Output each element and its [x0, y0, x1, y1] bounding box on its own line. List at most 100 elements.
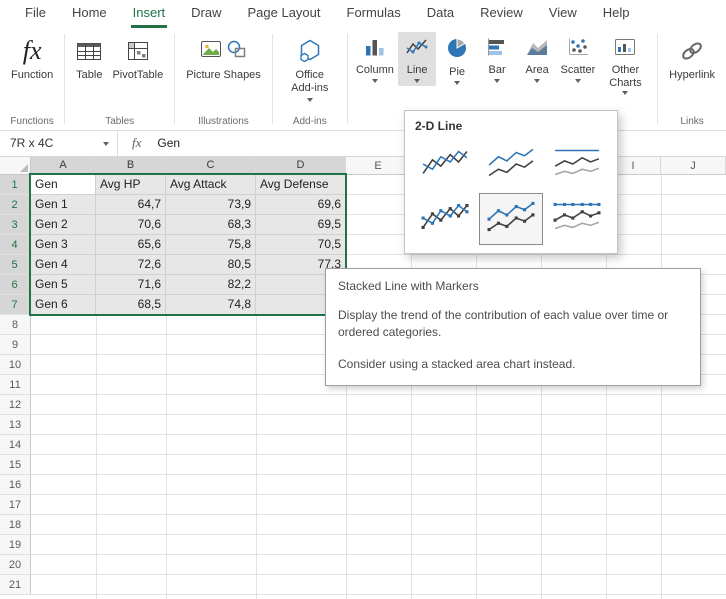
cell[interactable]: Gen 6 [31, 295, 96, 315]
menu-tab[interactable]: Page Layout [246, 0, 323, 28]
function-button[interactable]: fx Function [6, 32, 58, 86]
picture-shapes-button[interactable]: Picture Shapes [181, 32, 266, 86]
row-header[interactable]: 5 [0, 255, 31, 275]
row-header[interactable]: 19 [0, 535, 31, 555]
group-label-tables: Tables [65, 116, 174, 127]
scatter-chart-icon [567, 37, 589, 62]
cell[interactable]: Gen 1 [31, 195, 96, 215]
formula-input[interactable]: Gen [157, 136, 180, 150]
cell[interactable]: 72,6 [96, 255, 166, 275]
row-header[interactable]: 4 [0, 235, 31, 255]
table-row: Gen 2 70,6 68,3 69,5 [31, 215, 346, 235]
menu-tab[interactable]: File [23, 0, 48, 28]
scatter-chart-button[interactable]: Scatter [558, 32, 598, 86]
menu-tab[interactable]: Home [70, 0, 109, 28]
line-chart-button[interactable]: Line [398, 32, 436, 86]
cell[interactable]: 74,8 [166, 295, 256, 315]
cell[interactable]: Avg Attack [166, 175, 256, 195]
row-header[interactable]: 7 [0, 295, 31, 315]
row-header[interactable]: 16 [0, 475, 31, 495]
menu-tab[interactable]: Help [601, 0, 632, 28]
menu-tab[interactable]: Draw [189, 0, 223, 28]
chevron-down-icon [622, 91, 628, 95]
chart-type-stacked-line-with-markers[interactable] [479, 193, 543, 245]
bar-chart-button[interactable]: Bar [478, 32, 516, 86]
column-header[interactable]: A [31, 157, 96, 175]
row-header[interactable]: 18 [0, 515, 31, 535]
column-header[interactable]: E [346, 157, 411, 175]
row-header[interactable]: 11 [0, 375, 31, 395]
row-header[interactable]: 17 [0, 495, 31, 515]
row-header[interactable]: 14 [0, 435, 31, 455]
cell[interactable]: 80,5 [166, 255, 256, 275]
chain-link-icon [678, 36, 706, 66]
row-header[interactable]: 9 [0, 335, 31, 355]
chart-type-100-stacked-line-with-markers[interactable] [545, 193, 609, 245]
menu-tab[interactable]: Data [425, 0, 456, 28]
column-header[interactable]: J [661, 157, 726, 175]
menu-tab[interactable]: View [547, 0, 579, 28]
row-header[interactable]: 12 [0, 395, 31, 415]
insert-function-button[interactable]: fx [132, 135, 141, 151]
row-header[interactable]: 13 [0, 415, 31, 435]
cell[interactable]: 65,6 [96, 235, 166, 255]
other-charts-button[interactable]: Other Charts [600, 32, 652, 98]
column-header[interactable]: C [166, 157, 256, 175]
chevron-down-icon [494, 79, 500, 83]
cell[interactable]: 82,2 [166, 275, 256, 295]
row-header[interactable]: 3 [0, 215, 31, 235]
hyperlink-button[interactable]: Hyperlink [664, 32, 720, 86]
screentip-note: Consider using a stacked area chart inst… [338, 356, 688, 373]
office-addins-button[interactable]: Office Add-ins [279, 32, 341, 106]
cell[interactable]: Gen 2 [31, 215, 96, 235]
bar-chart-icon [486, 37, 508, 62]
cell[interactable]: Avg Defense [256, 175, 346, 195]
pivottable-button[interactable]: PivotTable [107, 32, 168, 86]
cell[interactable]: Gen 4 [31, 255, 96, 275]
cell[interactable]: 68,5 [96, 295, 166, 315]
chart-type-line-with-markers[interactable] [413, 193, 477, 245]
cell[interactable]: 69,5 [256, 215, 346, 235]
cell[interactable]: 75,8 [166, 235, 256, 255]
cell[interactable]: 70,5 [256, 235, 346, 255]
cell[interactable]: Gen 5 [31, 275, 96, 295]
table-row: Gen 3 65,6 75,8 70,5 [31, 235, 346, 255]
chart-type-dropdown: 2-D Line [404, 110, 618, 254]
group-label-functions: Functions [0, 116, 64, 127]
menu-tab[interactable]: Review [478, 0, 525, 28]
table-row: Gen 6 68,5 74,8 [31, 295, 346, 315]
table-button[interactable]: Table [71, 32, 107, 86]
name-box[interactable]: 7R x 4C [0, 130, 118, 156]
column-header[interactable]: B [96, 157, 166, 175]
cell[interactable]: 68,3 [166, 215, 256, 235]
area-chart-button[interactable]: Area [518, 32, 556, 86]
menu-tab[interactable]: Insert [131, 0, 168, 28]
row-header[interactable]: 21 [0, 575, 31, 595]
row-header[interactable]: 6 [0, 275, 31, 295]
row-header[interactable]: 15 [0, 455, 31, 475]
row-header[interactable]: 20 [0, 555, 31, 575]
stacked-line-with-markers-thumbnail-icon [487, 200, 535, 239]
chart-type-stacked-line[interactable] [479, 139, 543, 191]
row-header[interactable]: 1 [0, 175, 31, 195]
cell[interactable]: Avg HP [96, 175, 166, 195]
cell[interactable]: 73,9 [166, 195, 256, 215]
row-header[interactable]: 8 [0, 315, 31, 335]
row-header[interactable]: 10 [0, 355, 31, 375]
pie-chart-button[interactable]: Pie [438, 32, 476, 88]
column-chart-button[interactable]: Column [354, 32, 396, 86]
hexagon-addin-icon [298, 36, 322, 66]
cell[interactable]: 69,6 [256, 195, 346, 215]
chevron-down-icon [454, 81, 460, 85]
cell[interactable]: 71,6 [96, 275, 166, 295]
select-all-corner[interactable] [0, 157, 31, 175]
active-cell[interactable]: Gen [31, 175, 96, 195]
row-header[interactable]: 2 [0, 195, 31, 215]
cell[interactable]: 70,6 [96, 215, 166, 235]
cell[interactable]: Gen 3 [31, 235, 96, 255]
menu-tab[interactable]: Formulas [345, 0, 403, 28]
chart-type-line[interactable] [413, 139, 477, 191]
column-header[interactable]: D [256, 157, 346, 175]
cell[interactable]: 64,7 [96, 195, 166, 215]
chart-type-100-stacked-line[interactable] [545, 139, 609, 191]
